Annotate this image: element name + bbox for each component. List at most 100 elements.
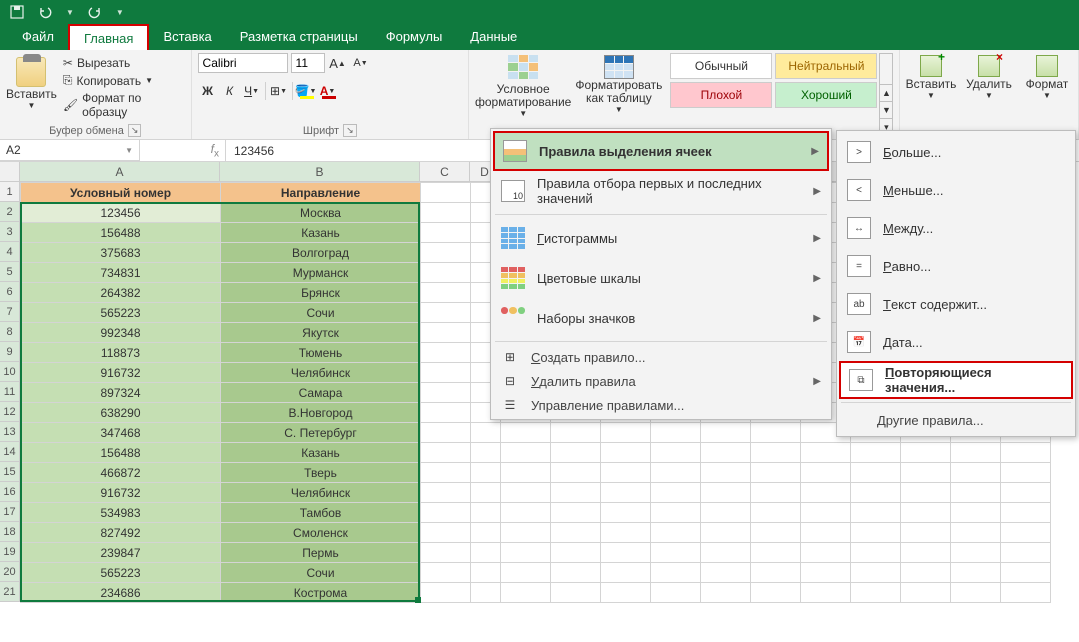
- row-header-9[interactable]: 9: [0, 342, 20, 362]
- cell-blank[interactable]: [901, 463, 951, 483]
- bold-button[interactable]: Ж: [198, 81, 218, 101]
- cell-a3[interactable]: 156488: [21, 223, 221, 243]
- tab-data[interactable]: Данные: [456, 24, 531, 50]
- cell-a5[interactable]: 734831: [21, 263, 221, 283]
- style-bad[interactable]: Плохой: [670, 82, 772, 108]
- cell-blank[interactable]: [471, 563, 501, 583]
- cell-blank[interactable]: [601, 423, 651, 443]
- cell-a4[interactable]: 375683: [21, 243, 221, 263]
- cell-blank[interactable]: [951, 503, 1001, 523]
- cell-a11[interactable]: 897324: [21, 383, 221, 403]
- cell-blank[interactable]: [701, 543, 751, 563]
- cell-b19[interactable]: Пермь: [221, 543, 421, 563]
- cell-blank[interactable]: [801, 523, 851, 543]
- cell-blank[interactable]: [901, 563, 951, 583]
- cell-blank[interactable]: [701, 483, 751, 503]
- cell-blank[interactable]: [951, 463, 1001, 483]
- cell-blank[interactable]: [751, 423, 801, 443]
- cell-a18[interactable]: 827492: [21, 523, 221, 543]
- row-header-14[interactable]: 14: [0, 442, 20, 462]
- cell-blank[interactable]: [471, 583, 501, 603]
- cell-blank[interactable]: [851, 543, 901, 563]
- menu-between[interactable]: ↔ Между...: [839, 209, 1073, 247]
- undo-icon[interactable]: [38, 5, 52, 19]
- cell-blank[interactable]: [551, 483, 601, 503]
- conditional-formatting-button[interactable]: Условное форматирование▼: [475, 53, 571, 137]
- cell-blank[interactable]: [951, 583, 1001, 603]
- menu-top-bottom-rules[interactable]: Правила отбора первых и последних значен…: [493, 171, 829, 211]
- cell-blank[interactable]: [651, 423, 701, 443]
- menu-duplicate-values[interactable]: ⧉ Повторяющиеся значения...: [839, 361, 1073, 399]
- cell-blank[interactable]: [1001, 463, 1051, 483]
- cell-blank[interactable]: [851, 583, 901, 603]
- cell-blank[interactable]: [751, 523, 801, 543]
- qat-customize-icon[interactable]: ▼: [116, 8, 124, 17]
- cell-blank[interactable]: [651, 503, 701, 523]
- cell-blank[interactable]: [1001, 503, 1051, 523]
- cell-a7[interactable]: 565223: [21, 303, 221, 323]
- save-icon[interactable]: [10, 5, 24, 19]
- header-cell-b[interactable]: Направление: [221, 183, 421, 203]
- cell-blank[interactable]: [651, 483, 701, 503]
- cell-blank[interactable]: [801, 463, 851, 483]
- column-header-B[interactable]: B: [220, 162, 420, 182]
- styles-expand[interactable]: ▲▼▾: [879, 53, 893, 137]
- cell-blank[interactable]: [421, 283, 471, 303]
- cell-blank[interactable]: [471, 543, 501, 563]
- row-header-3[interactable]: 3: [0, 222, 20, 242]
- cell-b5[interactable]: Мурманск: [221, 263, 421, 283]
- cell-blank[interactable]: [421, 423, 471, 443]
- cell-blank[interactable]: [421, 483, 471, 503]
- cell-blank[interactable]: [421, 303, 471, 323]
- cell-blank[interactable]: [1001, 523, 1051, 543]
- cell-blank[interactable]: [651, 583, 701, 603]
- redo-icon[interactable]: [88, 5, 102, 19]
- cell-blank[interactable]: [701, 443, 751, 463]
- row-header-6[interactable]: 6: [0, 282, 20, 302]
- cell-blank[interactable]: [651, 443, 701, 463]
- cell-blank[interactable]: [951, 523, 1001, 543]
- row-header-5[interactable]: 5: [0, 262, 20, 282]
- menu-greater-than[interactable]: > Больше...: [839, 133, 1073, 171]
- style-normal[interactable]: Обычный: [670, 53, 772, 79]
- cell-blank[interactable]: [501, 423, 551, 443]
- cell-blank[interactable]: [901, 583, 951, 603]
- cell-b7[interactable]: Сочи: [221, 303, 421, 323]
- cell-blank[interactable]: [421, 503, 471, 523]
- cell-a2[interactable]: 123456: [21, 203, 221, 223]
- cell-blank[interactable]: [551, 583, 601, 603]
- cell-blank[interactable]: [421, 343, 471, 363]
- menu-manage-rules[interactable]: ☰ Управление правилами...: [493, 393, 829, 417]
- menu-color-scales[interactable]: Цветовые шкалы ▶: [493, 258, 829, 298]
- cell-blank[interactable]: [901, 483, 951, 503]
- cell-blank[interactable]: [1001, 563, 1051, 583]
- cell-blank[interactable]: [701, 523, 751, 543]
- menu-equal-to[interactable]: = Равно...: [839, 247, 1073, 285]
- cell-b18[interactable]: Смоленск: [221, 523, 421, 543]
- cell-blank[interactable]: [801, 443, 851, 463]
- cell-b14[interactable]: Казань: [221, 443, 421, 463]
- cell-blank[interactable]: [801, 483, 851, 503]
- cell-blank[interactable]: [751, 583, 801, 603]
- cell-blank[interactable]: [421, 263, 471, 283]
- cell-blank[interactable]: [421, 383, 471, 403]
- cell-blank[interactable]: [651, 463, 701, 483]
- cell-blank[interactable]: [471, 423, 501, 443]
- cell-blank[interactable]: [751, 503, 801, 523]
- row-header-16[interactable]: 16: [0, 482, 20, 502]
- cell-blank[interactable]: [851, 503, 901, 523]
- cell-b17[interactable]: Тамбов: [221, 503, 421, 523]
- paste-button[interactable]: Вставить ▼: [6, 53, 57, 122]
- format-as-table-button[interactable]: Форматировать как таблицу▼: [575, 53, 662, 137]
- menu-icon-sets[interactable]: Наборы значков ▶: [493, 298, 829, 338]
- style-good[interactable]: Хороший: [775, 82, 877, 108]
- copy-button[interactable]: ⎘Копировать▼: [61, 72, 185, 89]
- cell-blank[interactable]: [901, 443, 951, 463]
- cell-blank[interactable]: [901, 503, 951, 523]
- cell-blank[interactable]: [951, 443, 1001, 463]
- cell-blank[interactable]: [421, 323, 471, 343]
- cell-b21[interactable]: Кострома: [221, 583, 421, 603]
- column-header-A[interactable]: A: [20, 162, 220, 182]
- cell-styles-gallery[interactable]: Обычный Нейтральный Плохой Хороший: [670, 53, 877, 137]
- underline-button[interactable]: Ч▼: [242, 81, 262, 101]
